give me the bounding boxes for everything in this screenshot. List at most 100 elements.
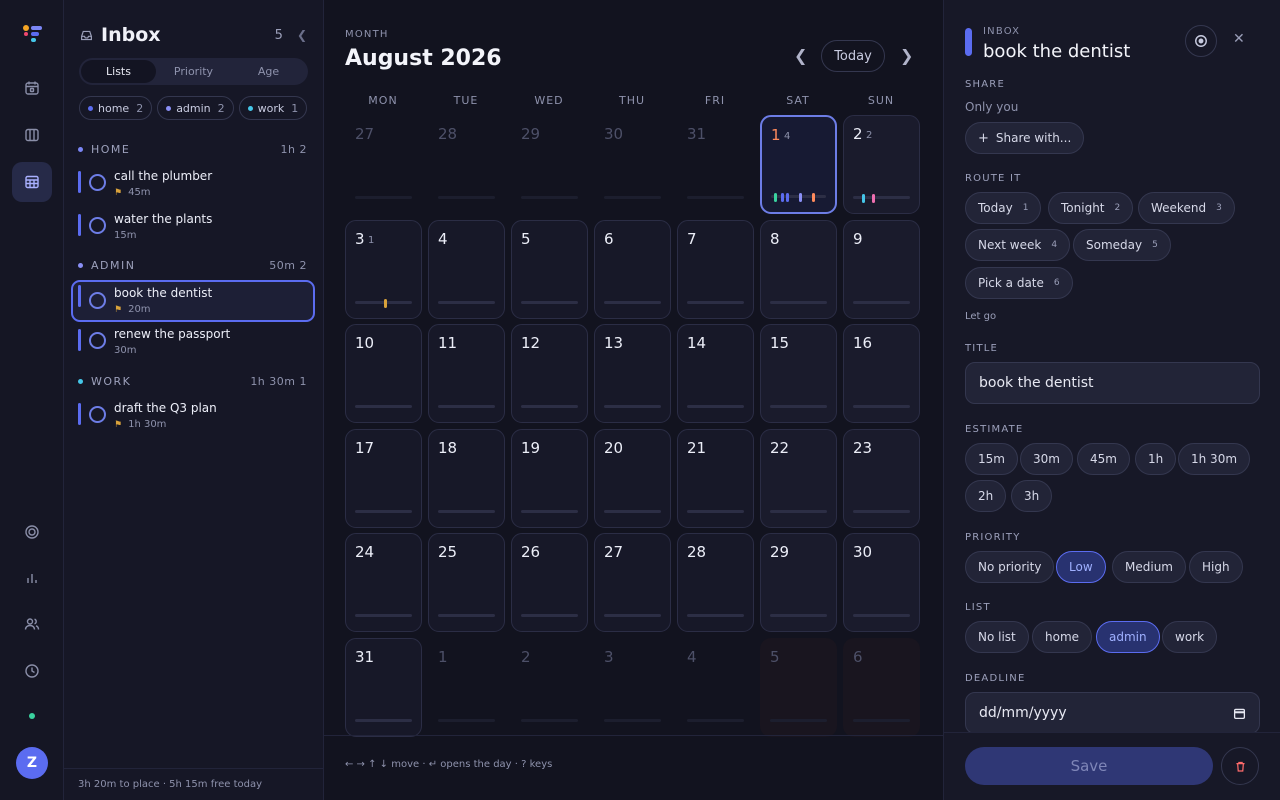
delete-button[interactable] xyxy=(1221,747,1259,785)
day-cell[interactable]: 22 xyxy=(760,429,837,528)
day-cell[interactable]: 13 xyxy=(594,324,671,423)
collapse-sidebar-icon[interactable]: ❮ xyxy=(297,28,307,42)
complete-checkbox[interactable] xyxy=(89,174,106,191)
day-cell[interactable]: 14 xyxy=(677,324,754,423)
save-button[interactable]: Save xyxy=(965,747,1213,785)
day-cell[interactable]: 4 xyxy=(677,638,754,737)
previous-month-icon[interactable]: ❮ xyxy=(794,46,807,65)
list-none[interactable]: No list xyxy=(965,621,1029,653)
day-cell[interactable]: 27 xyxy=(345,115,422,214)
segment-priority[interactable]: Priority xyxy=(156,60,231,83)
route-weekend-button[interactable]: Weekend 3 xyxy=(1138,192,1235,224)
estimate-2h[interactable]: 2h xyxy=(965,480,1007,512)
day-cell[interactable]: 8 xyxy=(760,220,837,319)
day-cell[interactable]: 7 xyxy=(677,220,754,319)
next-month-icon[interactable]: ❯ xyxy=(900,46,913,65)
day-cell[interactable]: 15 xyxy=(760,324,837,423)
estimate-45m[interactable]: 45m xyxy=(1077,443,1130,475)
deadline-input[interactable]: dd/mm/yyyy xyxy=(965,692,1260,734)
day-cell[interactable]: 5 xyxy=(511,220,588,319)
priority-none[interactable]: No priority xyxy=(965,551,1055,583)
priority-high[interactable]: High xyxy=(1189,551,1243,583)
estimate-30m[interactable]: 30m xyxy=(1020,443,1073,475)
day-cell[interactable]: 9 xyxy=(843,220,920,319)
day-cell[interactable]: 3 xyxy=(594,638,671,737)
day-cell[interactable]: 22 xyxy=(843,115,920,214)
day-cell[interactable]: 29 xyxy=(760,533,837,632)
day-cell[interactable]: 23 xyxy=(843,429,920,528)
day-cell[interactable]: 26 xyxy=(511,533,588,632)
list-admin[interactable]: admin xyxy=(1096,621,1160,653)
day-cell[interactable]: 31 xyxy=(677,115,754,214)
segment-age[interactable]: Age xyxy=(231,60,306,83)
day-cell[interactable]: 10 xyxy=(345,324,422,423)
estimate-1h[interactable]: 1h xyxy=(1135,443,1177,475)
history-button[interactable] xyxy=(12,651,52,691)
month-view-button[interactable] xyxy=(12,162,52,202)
route-next-week-button[interactable]: Next week 4 xyxy=(965,229,1071,261)
day-cell[interactable]: 6 xyxy=(594,220,671,319)
day-cell[interactable]: 20 xyxy=(594,429,671,528)
segment-lists[interactable]: Lists xyxy=(81,60,156,83)
route-tonight-button[interactable]: Tonight 2 xyxy=(1048,192,1134,224)
route-today-button[interactable]: Today 1 xyxy=(965,192,1042,224)
day-cell[interactable]: 31 xyxy=(345,220,422,319)
day-cell[interactable]: 21 xyxy=(677,429,754,528)
day-cell[interactable]: 6 xyxy=(843,638,920,737)
day-cell[interactable]: 4 xyxy=(428,220,505,319)
calendar-picker-icon[interactable] xyxy=(1233,707,1246,720)
stats-button[interactable] xyxy=(12,558,52,598)
complete-checkbox[interactable] xyxy=(89,332,106,349)
day-cell[interactable]: 31 xyxy=(345,638,422,737)
complete-checkbox[interactable] xyxy=(89,292,106,309)
list-work[interactable]: work xyxy=(1162,621,1218,653)
estimate-3h[interactable]: 3h xyxy=(1011,480,1053,512)
day-cell[interactable]: 5 xyxy=(760,638,837,737)
task-item-selected[interactable]: book the dentist ⚑ 20m xyxy=(71,280,315,322)
focus-task-button[interactable] xyxy=(1185,25,1217,57)
estimate-15m[interactable]: 15m xyxy=(965,443,1018,475)
day-cell[interactable]: 11 xyxy=(428,324,505,423)
task-item[interactable]: draft the Q3 plan ⚑ 1h 30m xyxy=(71,398,315,440)
complete-checkbox[interactable] xyxy=(89,406,106,423)
day-cell[interactable]: 25 xyxy=(428,533,505,632)
day-cell[interactable]: 29 xyxy=(511,115,588,214)
chip-home[interactable]: home 2 xyxy=(79,96,153,120)
share-with-button[interactable]: + Share with... xyxy=(965,122,1085,154)
route-someday-button[interactable]: Someday 5 xyxy=(1073,229,1171,261)
list-home[interactable]: home xyxy=(1032,621,1093,653)
day-cell[interactable]: 1 xyxy=(428,638,505,737)
day-cell[interactable]: 19 xyxy=(511,429,588,528)
day-cell[interactable]: 12 xyxy=(511,324,588,423)
day-cell[interactable]: 2 xyxy=(511,638,588,737)
route-pick-date-button[interactable]: Pick a date 6 xyxy=(965,267,1073,299)
title-input[interactable]: book the dentist xyxy=(965,362,1260,404)
day-cell[interactable]: 18 xyxy=(428,429,505,528)
day-cell[interactable]: 28 xyxy=(428,115,505,214)
day-cell[interactable]: 16 xyxy=(843,324,920,423)
task-item[interactable]: renew the passport 30m xyxy=(71,324,315,366)
let-go-link[interactable]: Let go xyxy=(965,311,996,322)
day-cell[interactable]: 24 xyxy=(345,533,422,632)
today-button[interactable]: Today xyxy=(821,40,885,72)
day-cell[interactable]: 27 xyxy=(594,533,671,632)
close-icon[interactable]: ✕ xyxy=(1233,31,1245,47)
chip-admin[interactable]: admin 2 xyxy=(157,96,234,120)
task-item[interactable]: call the plumber ⚑ 45m xyxy=(71,166,315,208)
day-cell[interactable]: 30 xyxy=(843,533,920,632)
focus-button[interactable] xyxy=(12,512,52,552)
priority-medium[interactable]: Medium xyxy=(1112,551,1186,583)
week-view-button[interactable] xyxy=(12,115,52,155)
chip-work[interactable]: work 1 xyxy=(238,96,308,120)
estimate-1h-30m[interactable]: 1h 30m xyxy=(1178,443,1251,475)
people-button[interactable] xyxy=(12,604,52,644)
avatar[interactable]: Z xyxy=(16,747,48,779)
priority-low[interactable]: Low xyxy=(1056,551,1106,583)
task-item[interactable]: water the plants 15m xyxy=(71,209,315,251)
day-cell-today[interactable]: 14 xyxy=(760,115,837,214)
day-cell[interactable]: 30 xyxy=(594,115,671,214)
day-cell[interactable]: 28 xyxy=(677,533,754,632)
complete-checkbox[interactable] xyxy=(89,217,106,234)
day-cell[interactable]: 17 xyxy=(345,429,422,528)
day-view-button[interactable] xyxy=(12,68,52,108)
